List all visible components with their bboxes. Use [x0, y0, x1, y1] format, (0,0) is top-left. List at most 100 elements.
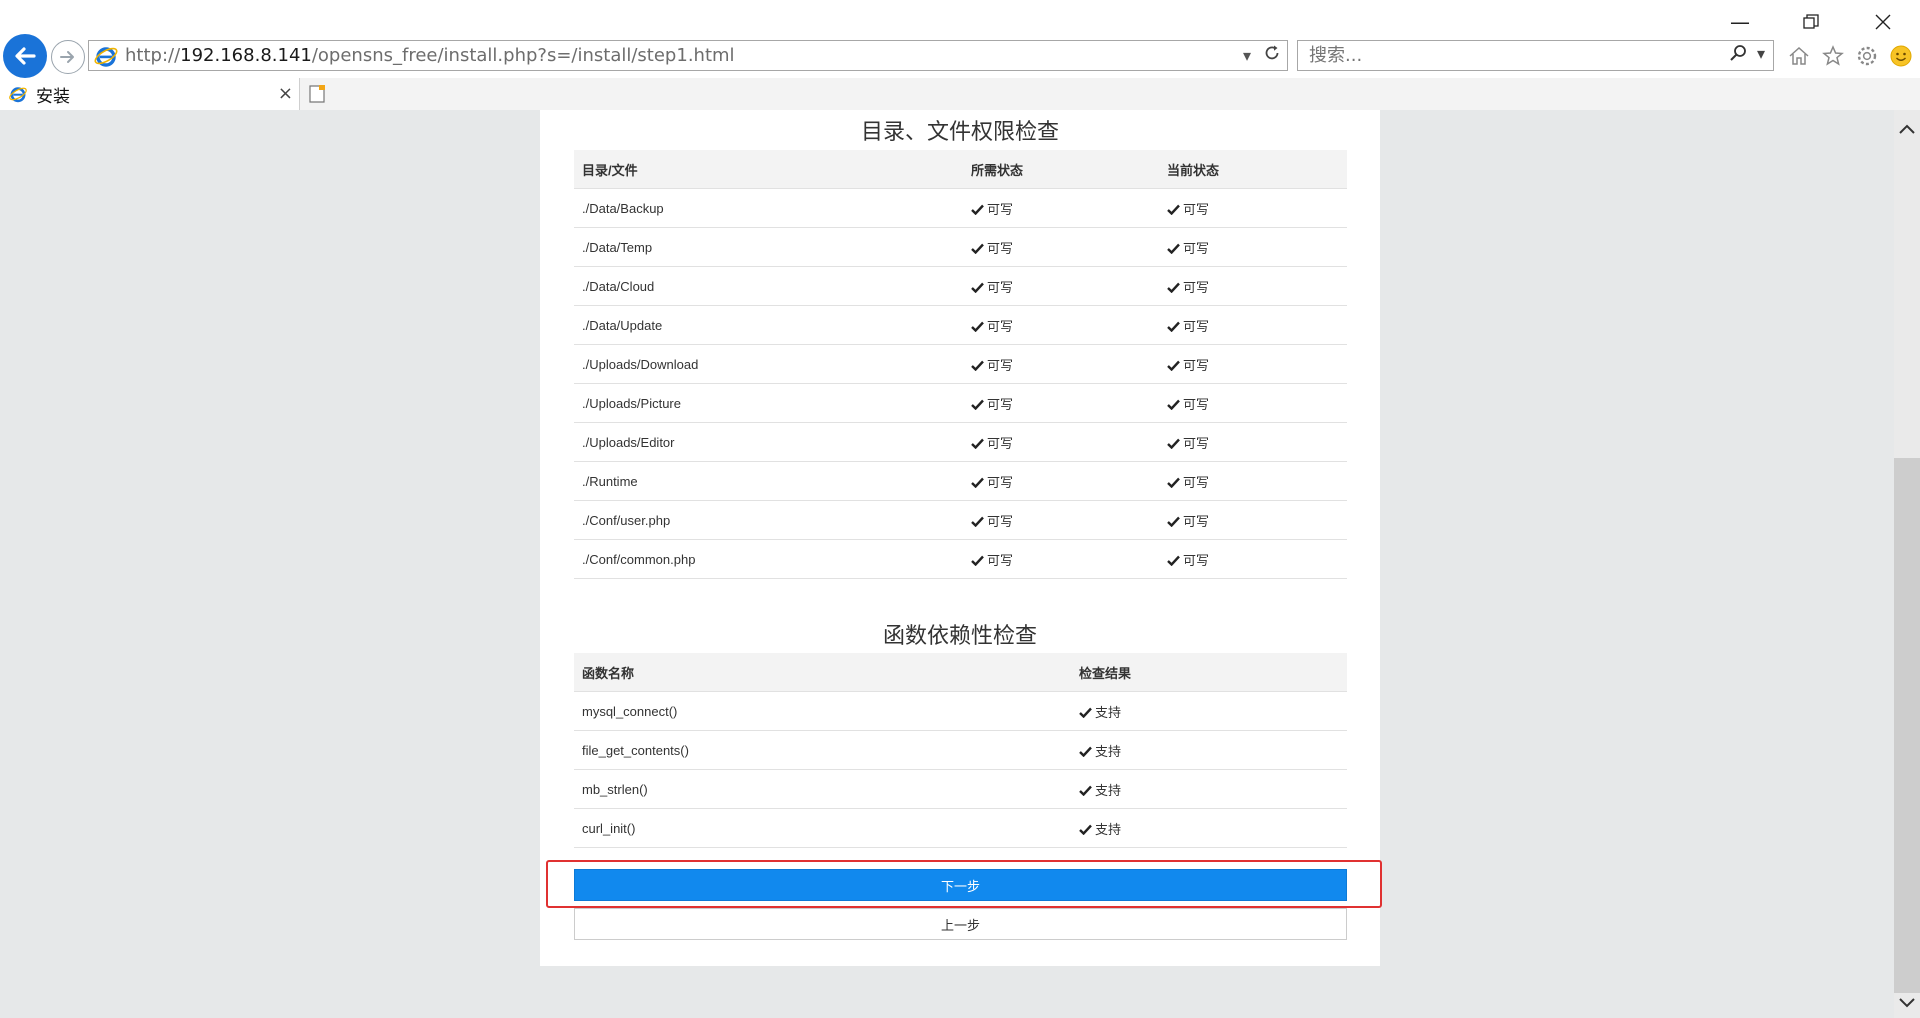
table-row: mysql_connect() 支持 — [574, 691, 1347, 731]
dir-path: ./Uploads/Editor — [574, 422, 963, 462]
next-button-highlight-box — [546, 860, 1382, 908]
restore-icon[interactable] — [1788, 8, 1834, 36]
tab-install[interactable]: 安装 × — [0, 78, 300, 110]
funcs-header-row: 函数名称 检查结果 — [574, 653, 1347, 692]
check-icon — [971, 202, 987, 217]
dir-path: ./Data/Temp — [574, 227, 963, 267]
new-tab-button[interactable] — [300, 78, 334, 110]
check-icon — [1167, 319, 1183, 334]
table-row: file_get_contents() 支持 — [574, 730, 1347, 770]
check-result: 支持 — [1071, 769, 1347, 809]
check-icon — [1167, 436, 1183, 451]
table-row: ./Uploads/Picture 可写 可写 — [574, 383, 1347, 423]
dir-path: ./Data/Cloud — [574, 266, 963, 306]
col-header-path: 目录/文件 — [574, 150, 963, 189]
table-row: ./Data/Update 可写 可写 — [574, 305, 1347, 345]
home-icon[interactable] — [1785, 42, 1813, 70]
back-button[interactable] — [3, 34, 47, 78]
dir-path: ./Data/Update — [574, 305, 963, 345]
dir-path: ./Runtime — [574, 461, 963, 501]
check-icon — [971, 280, 987, 295]
dir-path: ./Conf/user.php — [574, 500, 963, 540]
required-status: 可写 — [963, 188, 1159, 228]
current-status: 可写 — [1159, 188, 1347, 228]
dirs-table: 目录/文件 所需状态 当前状态 ./Data/Backup 可写 可写 ./Data/… — [574, 150, 1347, 579]
current-status: 可写 — [1159, 344, 1347, 384]
check-icon — [1167, 553, 1183, 568]
current-status: 可写 — [1159, 422, 1347, 462]
required-status: 可写 — [963, 227, 1159, 267]
check-icon — [1079, 744, 1095, 759]
current-status: 可写 — [1159, 383, 1347, 423]
settings-gear-icon[interactable] — [1853, 42, 1881, 70]
check-icon — [1167, 241, 1183, 256]
required-status: 可写 — [963, 461, 1159, 501]
current-status: 可写 — [1159, 500, 1347, 540]
table-row: ./Uploads/Download 可写 可写 — [574, 344, 1347, 384]
check-icon — [971, 358, 987, 373]
search-input[interactable] — [1307, 44, 1691, 67]
table-row: ./Runtime 可写 可写 — [574, 461, 1347, 501]
address-bar[interactable]: http://192.168.8.141/opensns_free/instal… — [88, 40, 1288, 71]
scrollbar-thumb[interactable] — [1894, 458, 1920, 993]
refresh-icon[interactable] — [1263, 44, 1281, 66]
check-result: 支持 — [1071, 808, 1347, 848]
current-status: 可写 — [1159, 305, 1347, 345]
table-row: curl_init() 支持 — [574, 808, 1347, 848]
check-icon — [1167, 514, 1183, 529]
address-dropdown-icon[interactable]: ▾ — [1243, 46, 1251, 65]
table-row: ./Data/Cloud 可写 可写 — [574, 266, 1347, 306]
table-row: mb_strlen() 支持 — [574, 769, 1347, 809]
check-icon — [1167, 202, 1183, 217]
dirs-header-row: 目录/文件 所需状态 当前状态 — [574, 150, 1347, 189]
prev-step-button[interactable]: 上一步 — [574, 908, 1347, 940]
funcs-table: 函数名称 检查结果 mysql_connect() 支持 file_get_cont… — [574, 653, 1347, 848]
tab-close-icon[interactable]: × — [278, 83, 293, 104]
col-header-required: 所需状态 — [963, 150, 1159, 189]
url-text: http://192.168.8.141/opensns_free/instal… — [125, 45, 735, 66]
tab-title: 安装 — [36, 86, 70, 107]
table-row: ./Conf/common.php 可写 可写 — [574, 539, 1347, 579]
tab-bar: 安装 × — [0, 78, 1920, 110]
ie-tab-icon — [9, 87, 27, 103]
col-header-function: 函数名称 — [574, 653, 1071, 692]
check-icon — [971, 514, 987, 529]
smiley-feedback-icon[interactable] — [1887, 42, 1915, 70]
current-status: 可写 — [1159, 461, 1347, 501]
check-icon — [1167, 475, 1183, 490]
dir-path: ./Uploads/Download — [574, 344, 963, 384]
search-dropdown-icon[interactable]: ▾ — [1757, 44, 1765, 66]
check-icon — [1167, 280, 1183, 295]
check-icon — [971, 319, 987, 334]
table-row: ./Uploads/Editor 可写 可写 — [574, 422, 1347, 462]
dir-path: ./Uploads/Picture — [574, 383, 963, 423]
check-icon — [971, 397, 987, 412]
search-icon[interactable] — [1729, 44, 1747, 66]
search-box[interactable]: ▾ — [1297, 40, 1774, 71]
required-status: 可写 — [963, 266, 1159, 306]
required-status: 可写 — [963, 344, 1159, 384]
col-header-result: 检查结果 — [1071, 653, 1347, 692]
funcs-section-title: 函数依赖性检查 — [882, 624, 1037, 649]
forward-button[interactable] — [51, 40, 85, 74]
scroll-up-icon[interactable] — [1894, 116, 1920, 142]
check-result: 支持 — [1071, 730, 1347, 770]
install-panel: 目录、文件权限检查 目录/文件 所需状态 当前状态 ./Data/Backup 可… — [540, 110, 1380, 966]
minimize-icon[interactable]: — — [1717, 8, 1763, 36]
check-icon — [1167, 397, 1183, 412]
favorites-star-icon[interactable] — [1819, 42, 1847, 70]
check-icon — [1079, 822, 1095, 837]
back-arrow-icon — [15, 47, 36, 65]
browser-chrome: — http://192.168.8.141/opensns_free/inst… — [0, 0, 1920, 110]
required-status: 可写 — [963, 305, 1159, 345]
vertical-scrollbar[interactable] — [1894, 110, 1920, 1018]
new-tab-icon — [309, 85, 325, 103]
check-icon — [1167, 358, 1183, 373]
required-status: 可写 — [963, 539, 1159, 579]
col-header-current: 当前状态 — [1159, 150, 1347, 189]
scroll-down-icon[interactable] — [1894, 990, 1920, 1016]
current-status: 可写 — [1159, 539, 1347, 579]
function-name: mb_strlen() — [574, 769, 1071, 809]
check-icon — [1079, 705, 1095, 720]
close-window-icon[interactable] — [1860, 8, 1906, 36]
